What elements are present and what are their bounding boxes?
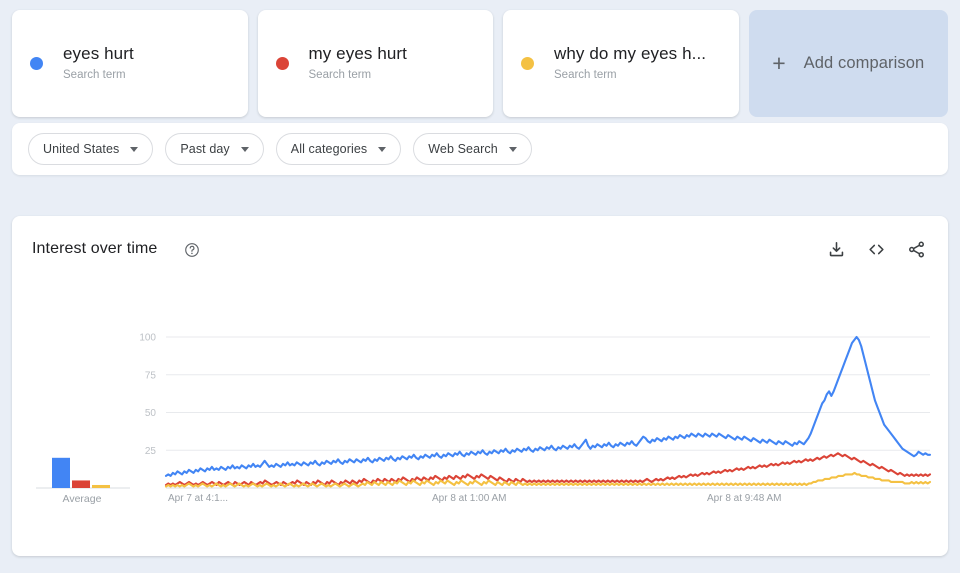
term-text-group: my eyes hurt Search term [309,43,408,84]
filter-time-range[interactable]: Past day [165,133,263,165]
filter-time-range-label: Past day [180,142,229,156]
chevron-down-icon [378,147,386,152]
term-color-dot [521,57,534,70]
filter-category-label: All categories [291,142,367,156]
comparison-terms-row: eyes hurt Search term my eyes hurt Searc… [12,10,948,117]
term-name: my eyes hurt [309,43,408,64]
term-text-group: why do my eyes h... Search term [554,43,706,84]
chart-series-line [166,453,930,485]
term-subtitle: Search term [554,66,706,84]
average-bar [72,480,90,488]
plus-icon: + [772,52,785,75]
interest-over-time-chart[interactable]: 25 50 75 100 Apr 7 at 4:1... Apr 8 at 1:00 AM… [12,216,948,556]
term-card-my-eyes-hurt[interactable]: my eyes hurt Search term [258,10,494,117]
term-color-dot [30,57,43,70]
chevron-down-icon [241,147,249,152]
filter-location[interactable]: United States [28,133,153,165]
term-card-why-do-my-eyes-hurt[interactable]: why do my eyes h... Search term [503,10,739,117]
y-axis-tick: 25 [145,446,157,457]
y-axis-tick: 75 [145,370,157,381]
x-axis-tick: Apr 8 at 9:48 AM [707,493,782,504]
chevron-down-icon [130,147,138,152]
x-axis-tick: Apr 7 at 4:1... [168,493,228,504]
y-axis-tick: 100 [139,333,156,344]
google-trends-page: eyes hurt Search term my eyes hurt Searc… [0,0,960,573]
term-name: eyes hurt [63,43,134,64]
y-axis-tick: 50 [145,408,157,419]
chevron-down-icon [509,147,517,152]
chart-plot-area: 25 50 75 100 Apr 7 at 4:1... Apr 8 at 1:00 AM… [12,216,948,556]
filter-bar: United States Past day All categories We… [12,123,948,175]
term-text-group: eyes hurt Search term [63,43,134,84]
term-subtitle: Search term [63,66,134,84]
average-bar [52,458,70,488]
filter-search-type[interactable]: Web Search [413,133,532,165]
term-subtitle: Search term [309,66,408,84]
term-card-eyes-hurt[interactable]: eyes hurt Search term [12,10,248,117]
term-name: why do my eyes h... [554,43,706,64]
filter-category[interactable]: All categories [276,133,401,165]
average-bar [92,485,110,488]
filter-search-type-label: Web Search [428,142,498,156]
chart-series-line [166,337,930,476]
x-axis-tick: Apr 8 at 1:00 AM [432,493,507,504]
filter-location-label: United States [43,142,119,156]
average-label: Average [63,493,102,505]
add-comparison-button[interactable]: + Add comparison [749,10,949,117]
term-color-dot [276,57,289,70]
interest-over-time-card: Interest over time 255075100Apr 7 at 4:1 [12,216,948,556]
add-comparison-label: Add comparison [804,54,925,73]
